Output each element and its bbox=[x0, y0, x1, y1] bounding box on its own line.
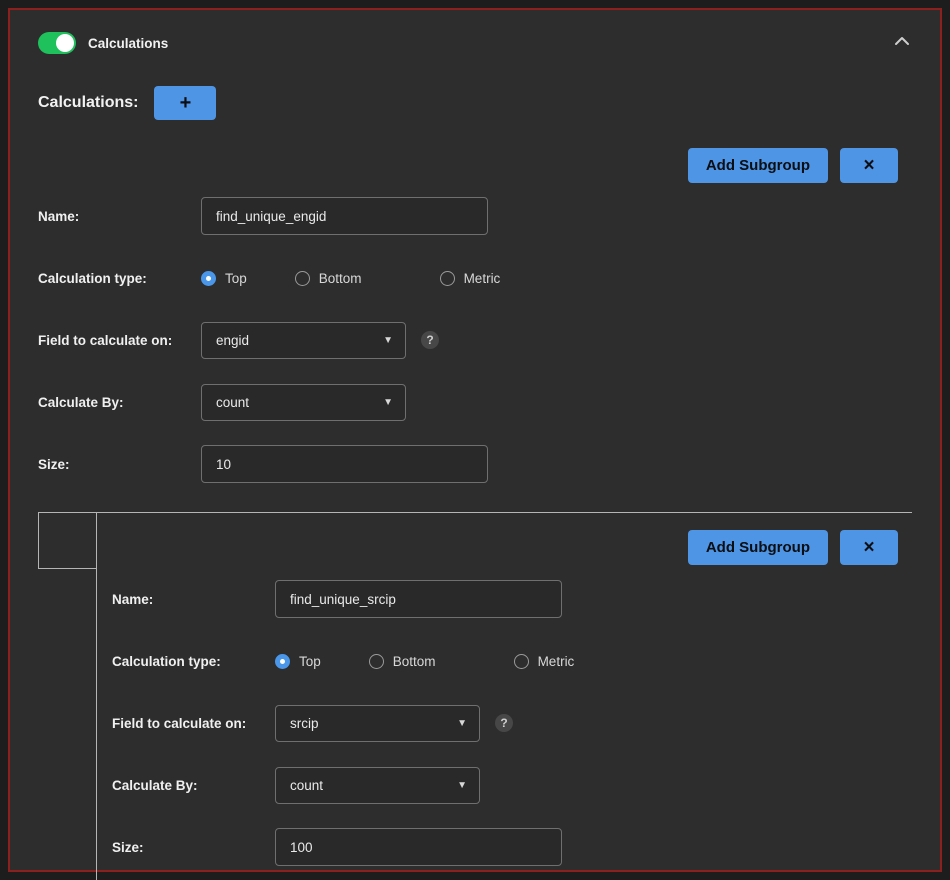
calc-type-row: Calculation type: Top Bottom Metric bbox=[38, 259, 912, 297]
calc-by-row: Calculate By: count ▼ bbox=[112, 766, 912, 804]
plus-icon: + bbox=[180, 92, 192, 115]
radio-option-bottom[interactable]: Bottom bbox=[295, 271, 362, 286]
radio-icon bbox=[514, 654, 529, 669]
radio-icon bbox=[369, 654, 384, 669]
radio-label: Metric bbox=[464, 271, 501, 286]
name-label: Name: bbox=[112, 592, 275, 607]
help-icon[interactable]: ? bbox=[495, 714, 513, 732]
radio-option-top[interactable]: Top bbox=[201, 271, 247, 286]
remove-group-button[interactable]: × bbox=[840, 530, 898, 565]
calc-by-label: Calculate By: bbox=[38, 395, 201, 410]
field-row: Field to calculate on: engid ▼ ? bbox=[38, 321, 912, 359]
radio-label: Top bbox=[299, 654, 321, 669]
calc-type-label: Calculation type: bbox=[112, 654, 275, 669]
select-value: count bbox=[216, 395, 249, 410]
radio-option-top[interactable]: Top bbox=[275, 654, 321, 669]
radio-icon bbox=[295, 271, 310, 286]
field-label: Field to calculate on: bbox=[112, 716, 275, 731]
close-icon: × bbox=[863, 537, 874, 559]
radio-label: Metric bbox=[538, 654, 575, 669]
subgroup-toolbar: Add Subgroup × bbox=[112, 530, 898, 565]
field-row: Field to calculate on: srcip ▼ ? bbox=[112, 704, 912, 742]
page-title: Calculations: bbox=[38, 94, 138, 112]
radio-option-metric[interactable]: Metric bbox=[440, 271, 501, 286]
chevron-down-icon: ▼ bbox=[383, 397, 393, 408]
calc-type-row: Calculation type: Top Bottom Metric bbox=[112, 642, 912, 680]
radio-label: Bottom bbox=[319, 271, 362, 286]
page: Calculations Calculations: + Add Subgrou… bbox=[0, 0, 950, 880]
radio-icon bbox=[440, 271, 455, 286]
add-subgroup-button[interactable]: Add Subgroup bbox=[688, 530, 828, 565]
toggle-knob bbox=[56, 34, 74, 52]
select-value: engid bbox=[216, 333, 249, 348]
field-select[interactable]: engid ▼ bbox=[201, 322, 406, 359]
size-row: Size: bbox=[38, 445, 912, 483]
name-row: Name: bbox=[112, 580, 912, 618]
group1-toolbar: Add Subgroup × bbox=[38, 148, 898, 183]
radio-icon bbox=[201, 271, 216, 286]
radio-label: Bottom bbox=[393, 654, 436, 669]
calculation-subgroup: Add Subgroup × Name: Calculation type: T… bbox=[96, 513, 912, 880]
calc-type-label: Calculation type: bbox=[38, 271, 201, 286]
size-input[interactable] bbox=[201, 445, 488, 483]
name-input[interactable] bbox=[201, 197, 488, 235]
add-calculation-button[interactable]: + bbox=[154, 86, 216, 120]
name-label: Name: bbox=[38, 209, 201, 224]
subgroup-frame: Add Subgroup × Name: Calculation type: T… bbox=[38, 512, 912, 880]
size-input[interactable] bbox=[275, 828, 562, 866]
calc-type-radio-group: Top Bottom Metric bbox=[275, 654, 622, 669]
radio-icon bbox=[275, 654, 290, 669]
calc-by-select[interactable]: count ▼ bbox=[275, 767, 480, 804]
calculations-panel: Calculations Calculations: + Add Subgrou… bbox=[8, 8, 942, 872]
name-input[interactable] bbox=[275, 580, 562, 618]
radio-option-metric[interactable]: Metric bbox=[514, 654, 575, 669]
close-icon: × bbox=[863, 155, 874, 177]
calc-type-radio-group: Top Bottom Metric bbox=[201, 271, 548, 286]
radio-option-bottom[interactable]: Bottom bbox=[369, 654, 436, 669]
radio-label: Top bbox=[225, 271, 247, 286]
chevron-down-icon: ▼ bbox=[457, 780, 467, 791]
calc-by-row: Calculate By: count ▼ bbox=[38, 383, 912, 421]
select-value: count bbox=[290, 778, 323, 793]
size-label: Size: bbox=[38, 457, 201, 472]
add-subgroup-button[interactable]: Add Subgroup bbox=[688, 148, 828, 183]
title-row: Calculations: + bbox=[38, 86, 912, 120]
chevron-down-icon: ▼ bbox=[383, 335, 393, 346]
chevron-up-icon[interactable] bbox=[894, 34, 910, 52]
size-row: Size: bbox=[112, 828, 912, 866]
select-value: srcip bbox=[290, 716, 319, 731]
calc-by-select[interactable]: count ▼ bbox=[201, 384, 406, 421]
field-label: Field to calculate on: bbox=[38, 333, 201, 348]
chevron-down-icon: ▼ bbox=[457, 718, 467, 729]
panel-header: Calculations bbox=[38, 32, 912, 54]
size-label: Size: bbox=[112, 840, 275, 855]
field-select[interactable]: srcip ▼ bbox=[275, 705, 480, 742]
name-row: Name: bbox=[38, 197, 912, 235]
remove-group-button[interactable]: × bbox=[840, 148, 898, 183]
help-icon[interactable]: ? bbox=[421, 331, 439, 349]
calculations-toggle[interactable] bbox=[38, 32, 76, 54]
calculation-group-1: Add Subgroup × Name: Calculation type: T… bbox=[38, 148, 912, 483]
toggle-label: Calculations bbox=[88, 36, 168, 51]
calc-by-label: Calculate By: bbox=[112, 778, 275, 793]
subgroup-notch bbox=[38, 513, 96, 569]
